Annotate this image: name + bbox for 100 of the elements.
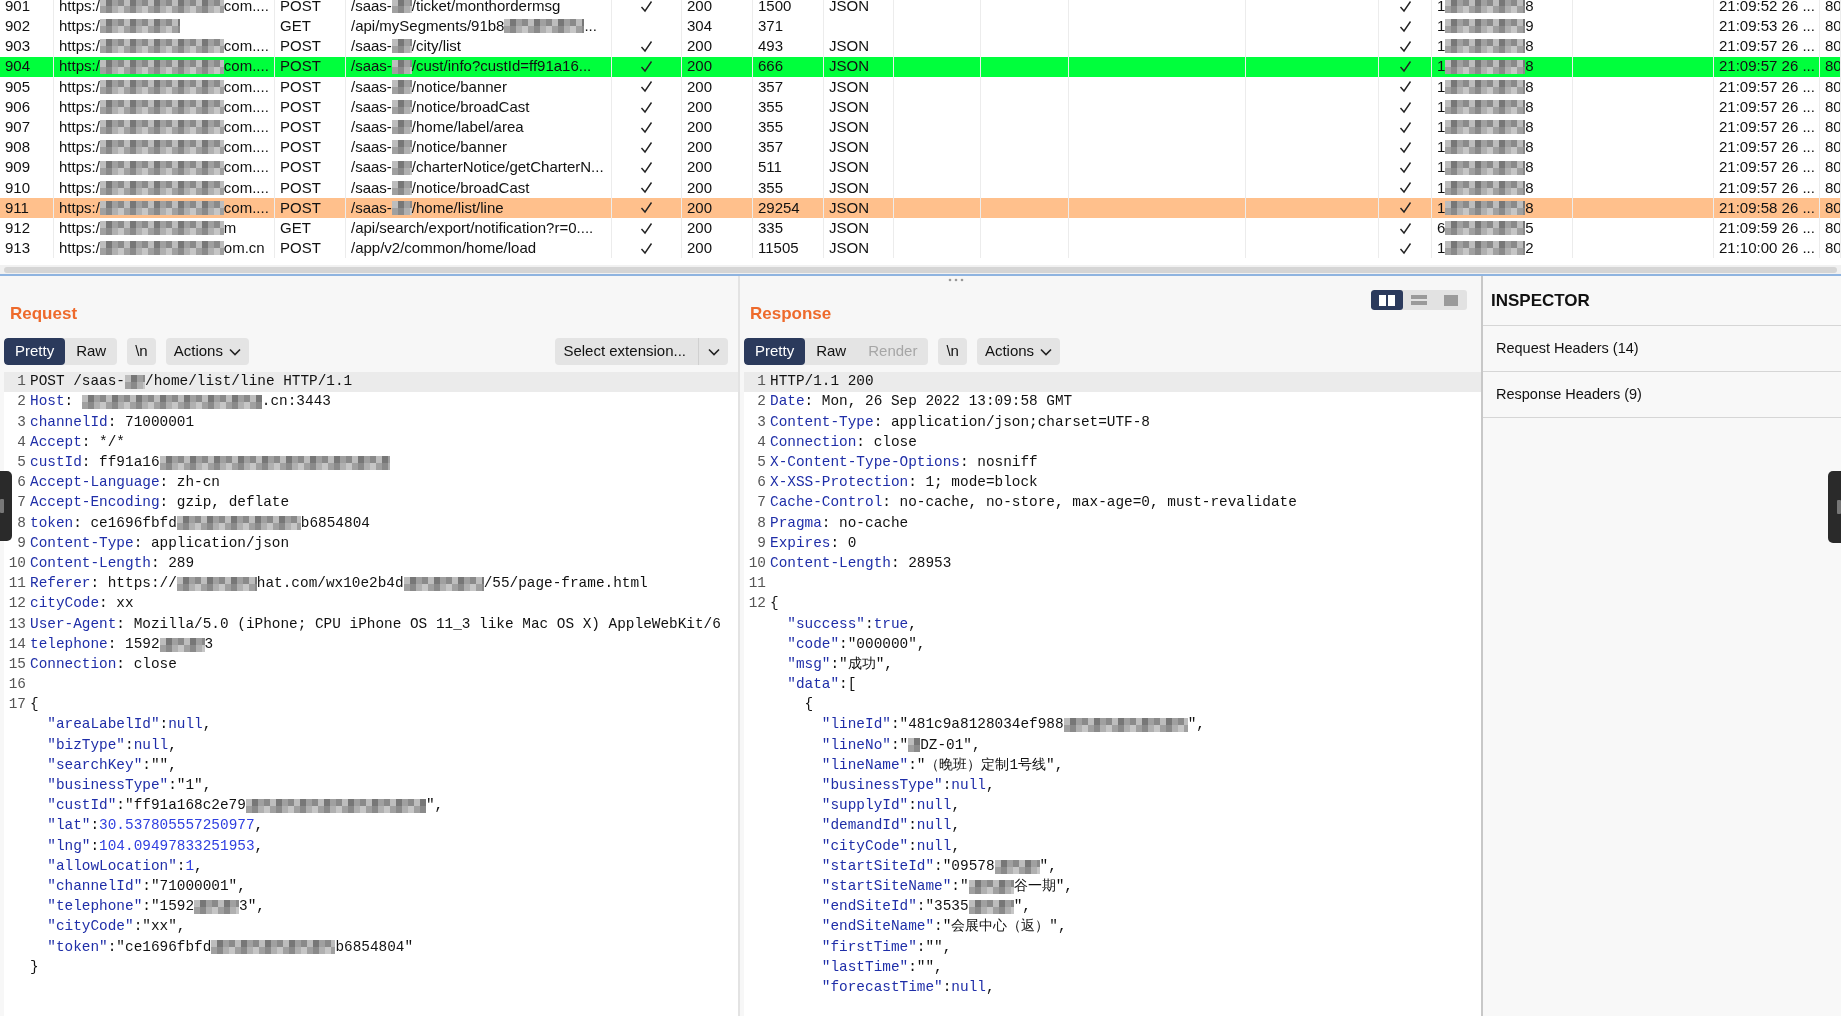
- table-cell-text: https:/: [59, 218, 100, 238]
- code-text: Content-Length: 28953: [770, 554, 952, 573]
- table-cell-text: /saas-: [351, 197, 392, 218]
- chevron-down-icon: [228, 347, 241, 356]
- newline-toggle[interactable]: \n: [127, 338, 156, 365]
- table-cell-text: 21:09:59 26 ...: [1719, 218, 1815, 238]
- single-pane-icon: [1444, 294, 1458, 306]
- code-text: "channelId":"71000001",: [46, 877, 246, 896]
- scrollbar[interactable]: [4, 266, 1837, 273]
- table-cell: JSON: [829, 76, 869, 97]
- table-cell-text: /ticket/monthordermsg: [411, 0, 561, 16]
- inspector-section[interactable]: Request Headers (14): [1483, 326, 1841, 372]
- line-number: 8: [17, 513, 26, 533]
- collapse-handle[interactable]: [0, 471, 12, 541]
- view-tab[interactable]: Raw: [65, 338, 118, 365]
- table-cell-text: https:/: [59, 0, 100, 16]
- table-cell: /saas-: [351, 76, 392, 97]
- line-number: 11: [8, 574, 26, 594]
- code-text: /home/list/line HTTP/1.1: [145, 372, 353, 392]
- newline-toggle[interactable]: \n: [938, 338, 967, 365]
- table-cell: 200: [687, 137, 713, 158]
- code-text: "success":true,: [786, 614, 917, 634]
- view-tab[interactable]: Pretty: [4, 338, 66, 365]
- line-number: 4: [757, 432, 766, 452]
- code-text: "areaLabelId":null,: [46, 715, 212, 735]
- view-tab[interactable]: Raw: [805, 338, 858, 365]
- inspector-title: INSPECTOR: [1491, 289, 1590, 312]
- pane-title: Response: [749, 304, 832, 324]
- table-cell: JSON: [829, 56, 869, 77]
- table-cell: 21:10:00 26 ...: [1719, 238, 1815, 259]
- check-icon: [640, 120, 653, 134]
- table-cell-text: 1: [1437, 197, 1446, 218]
- code-text: "lineNo":": [820, 735, 909, 755]
- code-text: ",: [425, 796, 444, 816]
- table-cell-text: https:/: [59, 96, 100, 117]
- check-icon: [640, 140, 653, 154]
- code-text: Referer: https://: [30, 574, 177, 594]
- line-number: 10: [8, 554, 26, 573]
- table-cell: https:/: [59, 56, 100, 77]
- line-number: 10: [748, 554, 766, 573]
- table-cell: 21:09:57 26 ...: [1719, 76, 1815, 97]
- layout-button[interactable]: [1371, 290, 1403, 310]
- table-cell: /saas-: [351, 56, 392, 77]
- table-cell-text: GET: [280, 218, 311, 238]
- table-cell-text: 200: [687, 197, 713, 218]
- table-cell-text: 1: [1437, 0, 1446, 16]
- table-cell: 8: [1525, 76, 1534, 97]
- table-cell: com....: [223, 157, 269, 178]
- code-text: HTTP/1.1 200: [770, 372, 874, 392]
- table-cell: 1: [1437, 177, 1446, 198]
- code-text: DZ-01",: [920, 735, 981, 755]
- table-cell: 200: [687, 56, 713, 77]
- check-icon: [1398, 80, 1412, 94]
- table-cell-text: JSON: [829, 117, 869, 137]
- code-text: "cityCode":null,: [820, 836, 960, 856]
- table-cell: /api/mySegments/91b8: [351, 16, 505, 37]
- view-tab[interactable]: Pretty: [744, 338, 806, 365]
- table-cell: 493: [758, 36, 784, 57]
- code-text: channelId: 71000001: [30, 412, 195, 432]
- table-cell: 21:09:57 26 ...: [1719, 137, 1815, 158]
- table-cell-text: 1: [1437, 117, 1446, 137]
- table-cell: POST: [280, 36, 321, 57]
- table-cell: /cust/info?custId=ff91a16...: [411, 56, 592, 77]
- table-cell: com....: [223, 177, 269, 198]
- line-number: 15: [8, 654, 26, 674]
- code-text: Date: Mon, 26 Sep 2022 13:09:58 GMT: [770, 392, 1073, 412]
- actions-dropdown[interactable]: Actions: [976, 338, 1061, 365]
- table-cell: POST: [280, 177, 321, 198]
- table-cell-text: 6: [1437, 218, 1446, 238]
- inspector-section[interactable]: Response Headers (9): [1483, 372, 1841, 418]
- table-cell-text: 912: [5, 218, 31, 238]
- table-cell-text: 8: [1525, 197, 1534, 218]
- table-cell-text: 21:09:57 26 ...: [1719, 96, 1815, 117]
- code-text: cityCode: xx: [30, 594, 134, 614]
- table-cell: /saas-: [351, 157, 392, 178]
- check-icon: [640, 80, 653, 94]
- chevron-down-icon: [1040, 347, 1053, 356]
- table-cell: 908: [5, 137, 31, 158]
- code-text: "custId":"ff91a168c2e79: [46, 796, 246, 816]
- code-text: "msg":"成功",: [786, 654, 893, 674]
- code-text: "endSiteName":"会展中心（返）",: [820, 917, 1067, 937]
- table-cell: 666: [758, 56, 784, 77]
- line-number: 3: [757, 412, 766, 432]
- check-icon: [1398, 0, 1412, 13]
- table-cell: 304: [687, 16, 713, 37]
- table-cell-text: 8: [1525, 117, 1534, 137]
- table-cell: 1: [1437, 36, 1446, 57]
- line-number: 14: [8, 634, 26, 654]
- code-text: "token":"ce1696fbfd: [46, 937, 212, 957]
- actions-dropdown[interactable]: Actions: [165, 338, 249, 365]
- table-cell-text: m: [223, 218, 237, 238]
- table-cell-text: /api/search/export/notification?r=0....: [351, 218, 594, 238]
- table-cell-text: 907: [5, 117, 31, 137]
- extension-dropdown[interactable]: Select extension...: [555, 338, 728, 365]
- table-cell: 1: [1437, 137, 1446, 158]
- collapse-handle[interactable]: [1828, 471, 1841, 543]
- line-number: 4: [17, 432, 26, 452]
- check-icon: [1398, 120, 1412, 134]
- table-cell: 200: [687, 238, 713, 259]
- drag-handle-icon[interactable]: [948, 278, 964, 282]
